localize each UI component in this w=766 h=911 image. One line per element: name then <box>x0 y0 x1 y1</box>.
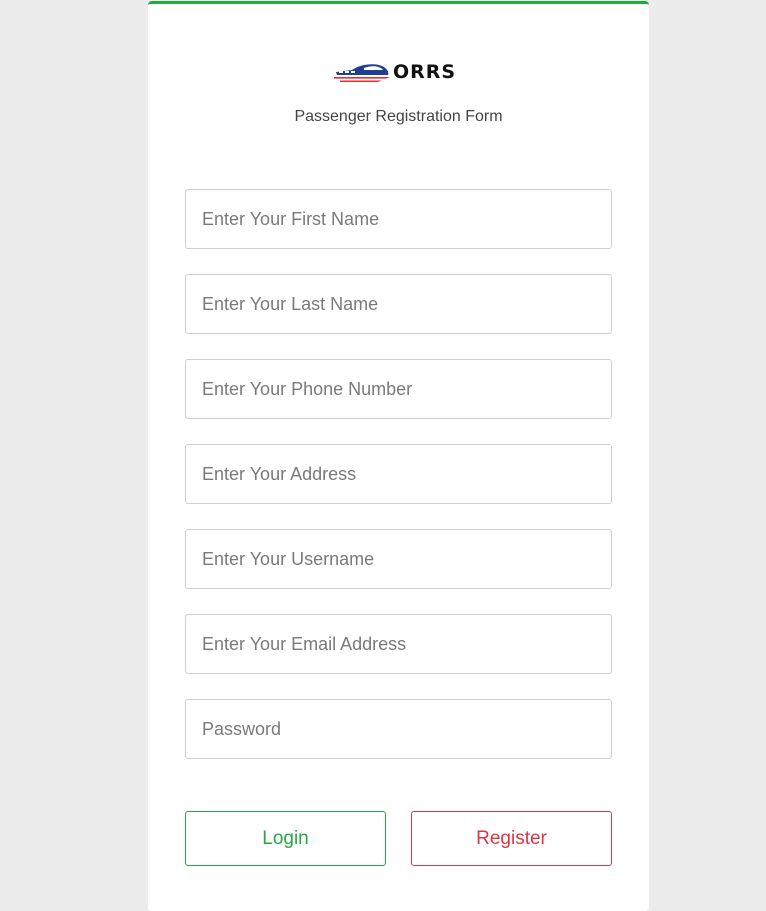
address-input[interactable] <box>185 444 612 504</box>
phone-number-input[interactable] <box>185 359 612 419</box>
register-button[interactable]: Register <box>411 811 612 866</box>
username-input[interactable] <box>185 529 612 589</box>
first-name-input[interactable] <box>185 189 612 249</box>
email-input[interactable] <box>185 614 612 674</box>
logo-text: ORRS <box>393 61 457 83</box>
registration-card: ORRS Passenger Registration Form Login R… <box>148 1 649 911</box>
train-icon <box>334 64 390 82</box>
password-input[interactable] <box>185 699 612 759</box>
login-button[interactable]: Login <box>185 811 386 866</box>
form-subtitle: Passenger Registration Form <box>294 108 503 125</box>
orrs-logo: ORRS <box>334 59 459 85</box>
last-name-input[interactable] <box>185 274 612 334</box>
